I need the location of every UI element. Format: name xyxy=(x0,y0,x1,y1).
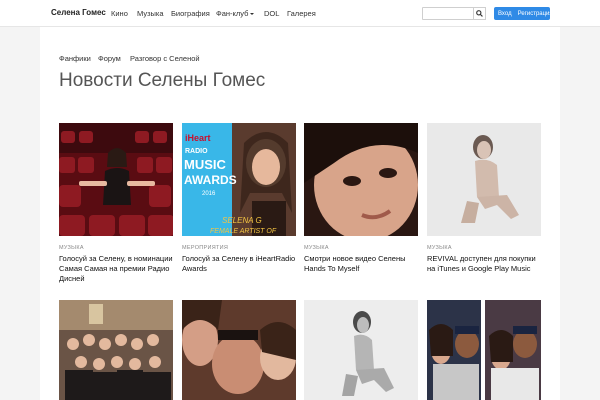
news-card-image-1[interactable] xyxy=(59,123,173,236)
news-card-category-1: МУЗЫКА xyxy=(59,245,84,251)
news-card-image-6[interactable] xyxy=(182,300,296,400)
news-card-category-2: МЕРОПРИЯТИЯ xyxy=(182,245,229,251)
image-text-year: 2016 xyxy=(202,191,216,197)
news-card-image-2[interactable]: iHeart RADIO MUSIC AWARDS 2016 SELENA G … xyxy=(182,123,296,236)
news-card-image-4[interactable] xyxy=(427,123,541,236)
nav-item-dol[interactable]: DOL xyxy=(264,9,279,18)
nav-item-fanclub[interactable]: Фан-клуб xyxy=(216,9,255,18)
nav-item-music[interactable]: Музыка xyxy=(137,9,164,18)
login-button[interactable]: Вход xyxy=(498,11,512,17)
news-card-image-5[interactable] xyxy=(59,300,173,400)
closeup-portrait-photo xyxy=(304,123,418,236)
nav-item-gallery[interactable]: Галерея xyxy=(287,9,316,18)
news-card-image-8[interactable] xyxy=(427,300,541,400)
site-brand[interactable]: Селена Гомес xyxy=(51,8,106,17)
caret-down-icon xyxy=(250,13,255,16)
news-card-title-2[interactable]: Голосуй за Селену в iHeartRadio Awards xyxy=(182,254,300,274)
register-button[interactable]: Регистрация xyxy=(518,11,553,17)
image-text-iheart: iHeart xyxy=(185,133,211,143)
search-button[interactable] xyxy=(473,7,486,20)
image-text-female-artist: FEMALE ARTIST OF xyxy=(210,228,277,235)
group-photo xyxy=(59,300,173,400)
nav-item-biography[interactable]: Биография xyxy=(171,9,210,18)
selfie-photo xyxy=(182,300,296,400)
image-text-radio: RADIO xyxy=(185,148,208,155)
image-text-awards: AWARDS xyxy=(184,173,237,187)
news-card-category-3: МУЗЫКА xyxy=(304,245,329,251)
news-card-title-1[interactable]: Голосуй за Селену, в номинации Самая Сам… xyxy=(59,254,177,284)
nav-item-fanclub-label: Фан-клуб xyxy=(216,9,249,18)
subnav-fanfics[interactable]: Фанфики xyxy=(59,54,91,63)
image-text-selena: SELENA G xyxy=(222,216,262,225)
news-card-image-3[interactable] xyxy=(304,123,418,236)
search-icon xyxy=(476,10,483,17)
revival-album-bw-photo xyxy=(304,300,418,400)
subnav-forum[interactable]: Форум xyxy=(98,54,121,63)
image-text-music: MUSIC xyxy=(184,157,227,172)
page-title: Новости Селены Гомес xyxy=(59,70,266,91)
news-card-title-3[interactable]: Смотри новое видео Селены Hands To Mysel… xyxy=(304,254,422,274)
iheartradio-awards-photo: iHeart RADIO MUSIC AWARDS 2016 SELENA G … xyxy=(182,123,296,236)
auth-buttons: Вход Регистрация xyxy=(494,7,553,20)
revival-album-photo xyxy=(427,123,541,236)
nav-item-movies[interactable]: Кино xyxy=(111,9,128,18)
friends-photo xyxy=(427,300,541,400)
top-navbar: Селена Гомес Кино Музыка Биография Фан-к… xyxy=(0,0,600,27)
news-card-category-4: МУЗЫКА xyxy=(427,245,452,251)
news-card-image-7[interactable] xyxy=(304,300,418,400)
theater-photo xyxy=(59,123,173,236)
subnav-talk-with-selena[interactable]: Разговор с Селеной xyxy=(130,54,200,63)
news-card-title-4[interactable]: REVIVAL доступен для покупки на iTunes и… xyxy=(427,254,545,274)
